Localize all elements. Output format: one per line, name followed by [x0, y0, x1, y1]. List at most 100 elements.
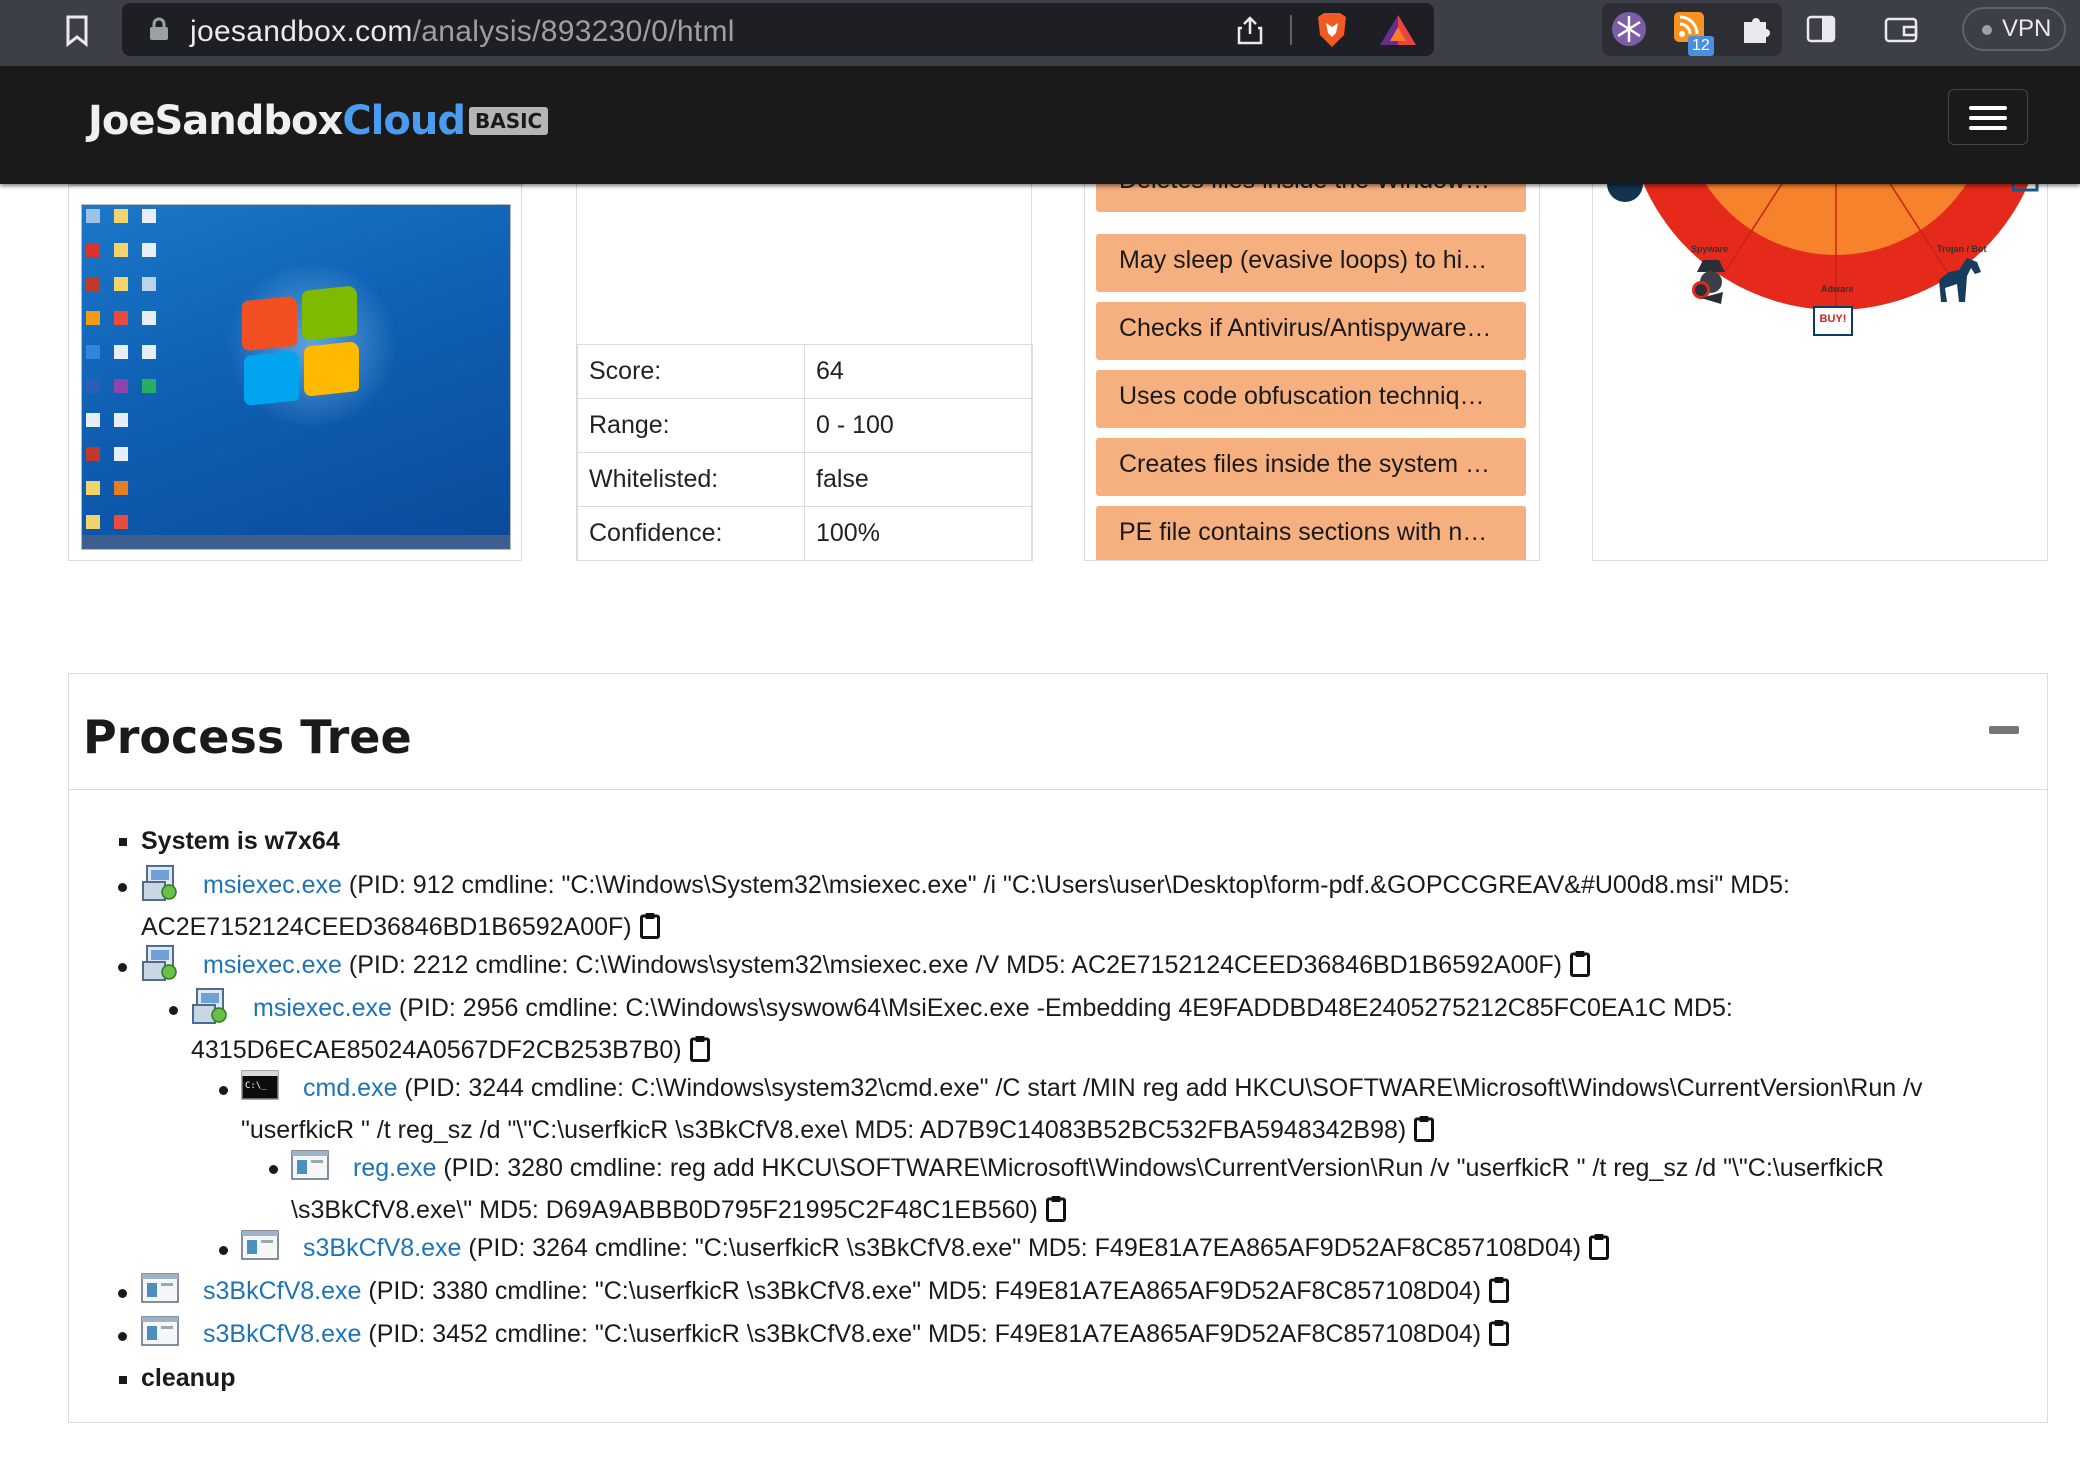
installer-icon — [142, 865, 177, 901]
trojan-label: Trojan / Bot — [1937, 244, 1987, 254]
list-bullet — [269, 1165, 278, 1174]
list-bullet — [219, 1086, 228, 1095]
clipboard-icon[interactable] — [689, 1035, 710, 1062]
svg-text:C:\_: C:\_ — [245, 1081, 267, 1091]
confidence-label: Confidence: — [577, 506, 805, 561]
score-value: 64 — [804, 344, 1033, 399]
signature-item[interactable]: Uses code obfuscation techniq… — [1096, 370, 1526, 428]
signatures-panel: Deletes files inside the Window… May sle… — [1084, 160, 1540, 561]
process-line-cont: AC2E7152124CEED36846BD1B6592A00F) — [141, 912, 660, 942]
lock-icon — [150, 17, 168, 40]
snowflake-extension-icon[interactable] — [1610, 10, 1648, 48]
wallet-icon[interactable] — [1884, 14, 1918, 44]
clipboard-icon[interactable] — [1045, 1195, 1066, 1222]
address-bar[interactable]: joesandbox.com/analysis/893230/0/html — [122, 3, 1434, 56]
sandbox-desktop-screenshot[interactable] — [81, 204, 511, 550]
list-bullet — [219, 1246, 228, 1255]
process-md5: 4315D6ECAE85024A0567DF2CB253B7B0) — [191, 1036, 682, 1064]
table-row: Whitelisted: false — [577, 452, 1033, 507]
hamburger-menu-button[interactable] — [1948, 89, 2028, 145]
process-line: msiexec.exe (PID: 2956 cmdline: C:\Windo… — [253, 993, 1733, 1023]
range-value: 0 - 100 — [804, 398, 1033, 453]
whitelisted-value: false — [804, 452, 1033, 507]
process-link[interactable]: msiexec.exe — [253, 994, 392, 1022]
signature-item[interactable]: May sleep (evasive loops) to hi… — [1096, 234, 1526, 292]
whitelisted-label: Whitelisted: — [577, 452, 805, 507]
menu-bar-icon — [1969, 116, 2007, 120]
process-link[interactable]: msiexec.exe — [203, 871, 342, 899]
bookmark-icon[interactable] — [62, 14, 92, 48]
spyware-label: Spyware — [1691, 244, 1729, 254]
windows-taskbar — [82, 535, 510, 549]
screenshot-panel — [68, 160, 523, 561]
application-window-icon — [241, 1230, 279, 1260]
signature-item[interactable]: Checks if Antivirus/Antispyware… — [1096, 302, 1526, 360]
rewards-triangle-icon[interactable] — [1378, 13, 1418, 47]
table-row: Score: 64 — [577, 344, 1033, 399]
score-panel: Score: 64 Range: 0 - 100 Whitelisted: false… — [576, 160, 1033, 561]
process-link[interactable]: s3BkCfV8.exe — [203, 1277, 361, 1305]
url-separator — [1290, 15, 1292, 45]
section-title: Process Tree — [83, 710, 412, 764]
process-link[interactable]: msiexec.exe — [203, 951, 342, 979]
vpn-button[interactable]: VPN — [1962, 7, 2066, 51]
list-bullet — [118, 883, 127, 892]
threat-classification-panel: Spyware Adware BUY! Trojan / Bot — [1592, 160, 2048, 561]
process-link[interactable]: s3BkCfV8.exe — [203, 1320, 361, 1348]
process-line-cont: 4315D6ECAE85024A0567DF2CB253B7B0) — [191, 1035, 710, 1065]
clipboard-icon[interactable] — [639, 912, 660, 939]
site-header: JoeSandboxCloud BASIC — [0, 66, 2080, 184]
clipboard-icon[interactable] — [1489, 1276, 1510, 1303]
table-row: Confidence: 100% — [577, 506, 1033, 561]
score-label: Score: — [577, 344, 805, 399]
menu-bar-icon — [1969, 126, 2007, 130]
process-md5: AC2E7152124CEED36846BD1B6592A00F) — [141, 913, 632, 941]
joesandbox-logo[interactable]: JoeSandboxCloud BASIC — [88, 98, 549, 154]
sidebar-toggle-icon[interactable] — [1806, 14, 1836, 44]
process-link[interactable]: reg.exe — [353, 1154, 436, 1182]
clipboard-icon[interactable] — [1589, 1233, 1610, 1260]
signature-item[interactable]: Creates files inside the system … — [1096, 438, 1526, 496]
console-icon: C:\_ — [241, 1070, 279, 1100]
process-md5: \s3BkCfV8.exe\" MD5: D69A9ABBB0D795F2199… — [291, 1196, 1038, 1224]
url-host: joesandbox.com — [190, 15, 413, 48]
clipboard-icon[interactable] — [1489, 1319, 1510, 1346]
process-line: s3BkCfV8.exe (PID: 3380 cmdline: "C:\use… — [203, 1276, 1510, 1306]
list-bullet — [118, 1332, 127, 1341]
process-line: cmd.exe (PID: 3244 cmdline: C:\Windows\s… — [303, 1073, 1923, 1103]
process-line: reg.exe (PID: 3280 cmdline: reg add HKCU… — [353, 1153, 1884, 1183]
puzzle-extensions-icon[interactable] — [1740, 12, 1774, 46]
process-line: msiexec.exe (PID: 2212 cmdline: C:\Windo… — [203, 950, 1590, 980]
process-line: s3BkCfV8.exe (PID: 3264 cmdline: "C:\use… — [303, 1233, 1610, 1263]
system-label: System is w7x64 — [141, 827, 340, 855]
list-bullet — [119, 1376, 127, 1384]
list-bullet — [119, 838, 127, 846]
process-details: (PID: 2956 cmdline: C:\Windows\syswow64\… — [391, 994, 1733, 1022]
installer-icon — [192, 988, 227, 1024]
process-link[interactable]: cmd.exe — [303, 1074, 397, 1102]
clipboard-icon[interactable] — [1570, 950, 1590, 977]
process-details: (PID: 3280 cmdline: reg add HKCU\SOFTWAR… — [436, 1154, 1884, 1182]
signature-item[interactable]: PE file contains sections with n… — [1096, 506, 1526, 560]
process-line-cont: \s3BkCfV8.exe\" MD5: D69A9ABBB0D795F2199… — [291, 1195, 1066, 1225]
url-text[interactable]: joesandbox.com/analysis/893230/0/html — [190, 15, 735, 49]
screenshot-tabs — [69, 184, 523, 186]
process-line: s3BkCfV8.exe (PID: 3452 cmdline: "C:\use… — [203, 1319, 1510, 1349]
collapse-button[interactable] — [1989, 726, 2019, 734]
process-md5: "userfkicR " /t reg_sz /d "\"C:\userfkic… — [241, 1116, 1407, 1144]
list-bullet — [169, 1006, 178, 1015]
process-details: (PID: 2212 cmdline: C:\Windows\system32\… — [341, 951, 1562, 979]
clipboard-icon[interactable] — [1414, 1115, 1435, 1142]
application-window-icon — [141, 1316, 179, 1346]
brave-shield-icon[interactable] — [1314, 11, 1350, 49]
process-line: msiexec.exe (PID: 912 cmdline: "C:\Windo… — [203, 870, 1790, 900]
menu-bar-icon — [1969, 106, 2007, 110]
threat-wheel — [1607, 160, 2039, 310]
process-details: (PID: 3380 cmdline: "C:\userfkicR \s3BkC… — [361, 1277, 1482, 1305]
process-link[interactable]: s3BkCfV8.exe — [303, 1234, 461, 1262]
share-icon[interactable] — [1236, 15, 1264, 45]
buy-sign-icon: BUY! — [1813, 306, 1853, 336]
spyware-icon — [1692, 260, 1725, 304]
process-details: (PID: 912 cmdline: "C:\Windows\System32\… — [341, 871, 1790, 899]
adware-label: Adware — [1821, 284, 1854, 294]
